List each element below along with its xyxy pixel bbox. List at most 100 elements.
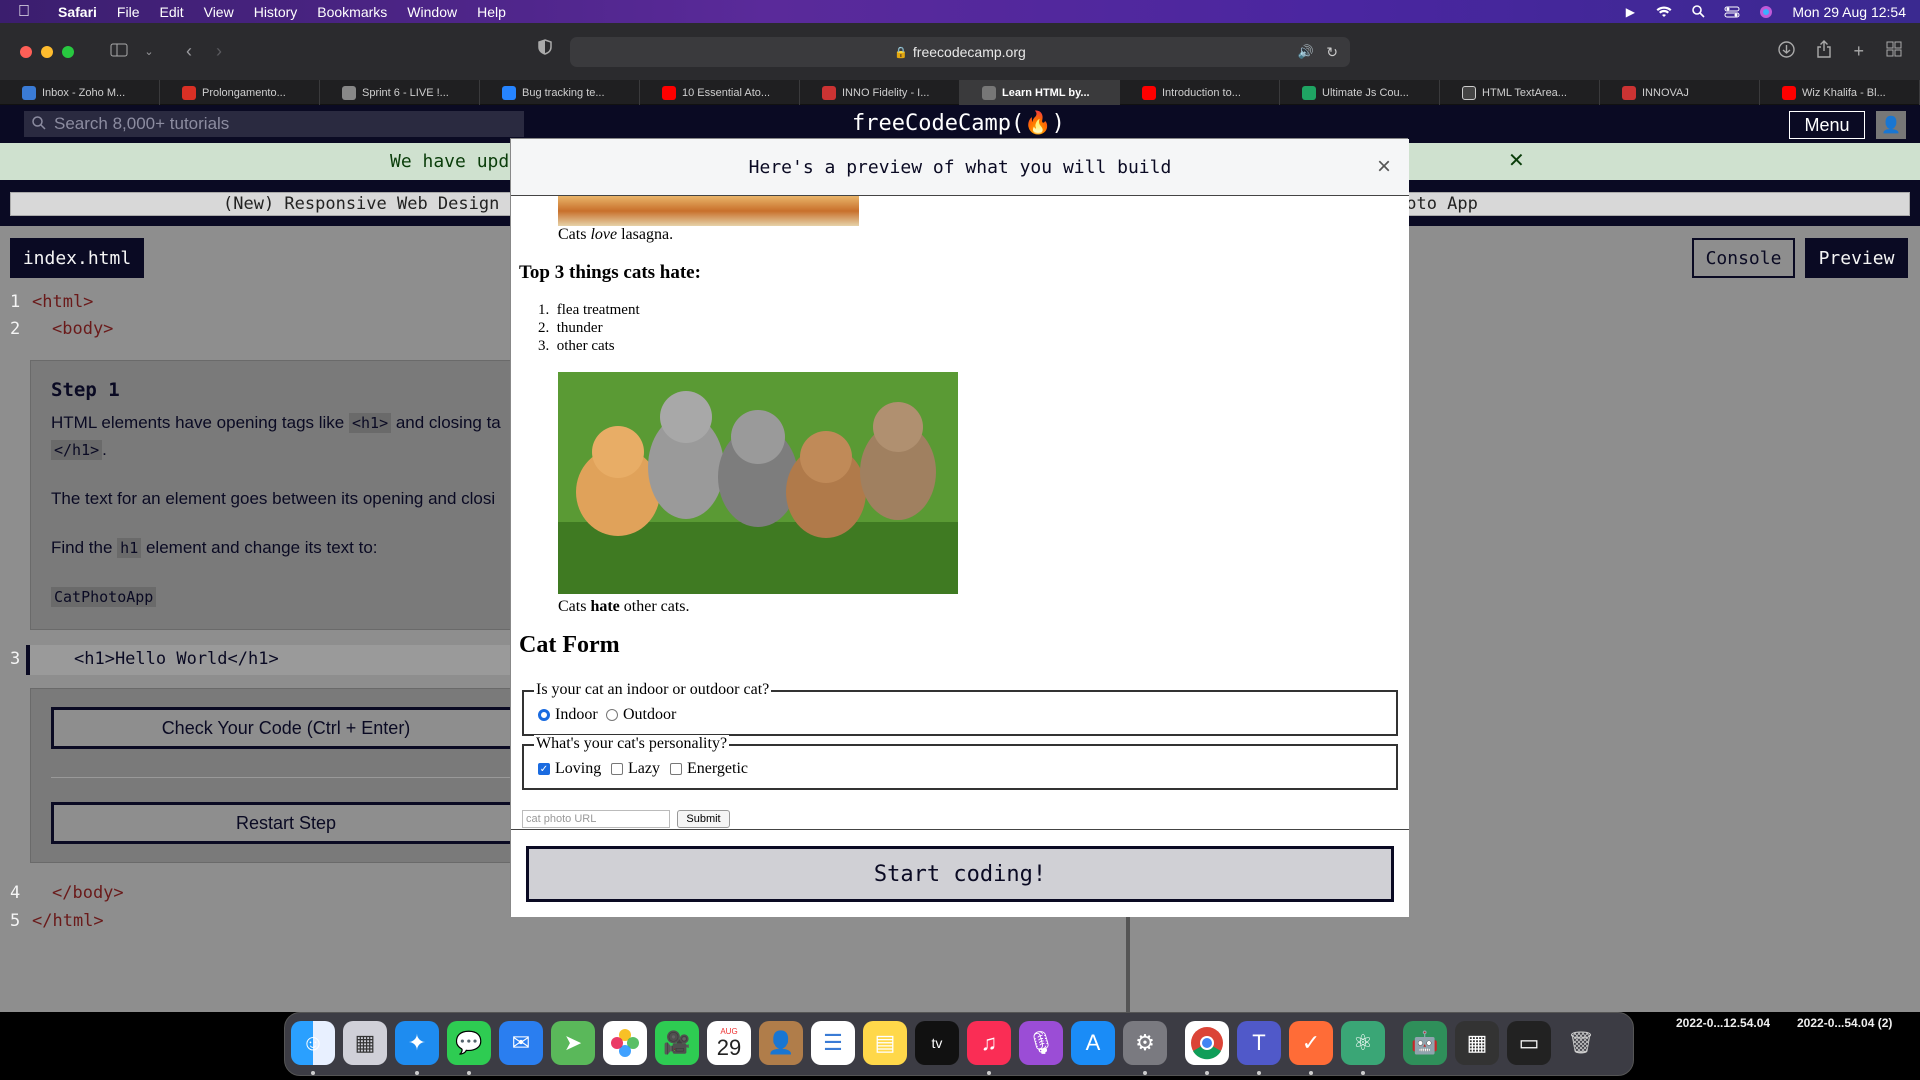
launchpad-icon[interactable]: ▦ <box>343 1021 387 1065</box>
breadcrumb-superblock[interactable]: (New) Responsive Web Design <box>223 194 499 214</box>
music-icon[interactable]: ♫ <box>967 1021 1011 1065</box>
menu-edit[interactable]: Edit <box>149 4 193 20</box>
trash-icon[interactable]: 🗑 <box>1559 1021 1603 1065</box>
checkbox-unchecked-icon[interactable] <box>611 763 623 775</box>
checkbox-checked-icon[interactable]: ✓ <box>538 763 550 775</box>
radio-checked-icon[interactable] <box>538 709 550 721</box>
lazy-checkbox[interactable]: Lazy <box>611 760 660 778</box>
spotlight-icon[interactable] <box>1690 5 1706 19</box>
outdoor-radio[interactable]: Outdoor <box>606 706 676 724</box>
tab-bug-tracking[interactable]: Bug tracking te... <box>480 80 640 105</box>
tab-innovaj[interactable]: INNOVAJ <box>1600 80 1760 105</box>
calendar-icon[interactable]: AUG 29 <box>707 1021 751 1065</box>
cat-photo-url-input[interactable]: cat photo URL <box>522 810 670 828</box>
address-bar[interactable]: 🔒 freecodecamp.org 🔊 ↻ <box>570 37 1350 67</box>
chevron-down-icon[interactable]: ⌄ <box>134 45 164 58</box>
tab-inno-fidelity[interactable]: INNO Fidelity - I... <box>800 80 960 105</box>
minimize-window-button[interactable] <box>41 45 53 58</box>
back-icon[interactable]: ‹ <box>174 41 204 62</box>
android-studio-icon[interactable]: 🤖 <box>1403 1021 1447 1065</box>
code-line-4[interactable]: 4 </body> <box>10 883 124 903</box>
forward-icon[interactable]: › <box>204 41 234 62</box>
mail-icon[interactable]: ✉ <box>499 1021 543 1065</box>
menubar-clock[interactable]: Mon 29 Aug 12:54 <box>1792 4 1906 20</box>
tab-learn-html[interactable]: Learn HTML by... <box>960 80 1120 105</box>
tab-ultimate-js[interactable]: Ultimate Js Cou... <box>1280 80 1440 105</box>
energetic-checkbox[interactable]: Energetic <box>670 760 748 778</box>
search-input[interactable]: Search 8,000+ tutorials <box>24 111 524 137</box>
menu-help[interactable]: Help <box>467 4 516 20</box>
facetime-icon[interactable]: 🎥 <box>655 1021 699 1065</box>
play-status-icon[interactable]: ▶ <box>1622 5 1638 19</box>
code-line-2[interactable]: 2 <body> <box>10 319 113 339</box>
loving-checkbox[interactable]: ✓ Loving <box>538 760 601 778</box>
photos-icon[interactable] <box>603 1021 647 1065</box>
menu-button[interactable]: Menu <box>1789 111 1865 139</box>
contacts-icon[interactable]: 👤 <box>759 1021 803 1065</box>
tab-introduction[interactable]: Introduction to... <box>1120 80 1280 105</box>
teams-icon[interactable]: T <box>1237 1021 1281 1065</box>
file-tab-index-html[interactable]: index.html <box>10 238 144 278</box>
postman-icon[interactable]: ✓ <box>1289 1021 1333 1065</box>
checkbox-unchecked-icon[interactable] <box>670 763 682 775</box>
finder-icon[interactable]: ☺ <box>291 1021 335 1065</box>
menu-file[interactable]: File <box>107 4 150 20</box>
indoor-radio[interactable]: Indoor <box>538 706 598 724</box>
safari-icon[interactable]: ✦ <box>395 1021 439 1065</box>
close-window-button[interactable] <box>20 45 32 58</box>
screenshot-thumbnail-1[interactable]: ▦ <box>1455 1021 1499 1065</box>
atom-icon[interactable]: ⚛ <box>1341 1021 1385 1065</box>
avatar[interactable]: 👤 <box>1876 111 1906 139</box>
tab-wiz-khalifa[interactable]: Wiz Khalifa - Bl... <box>1760 80 1920 105</box>
code-line-3[interactable]: 3 <h1>Hello World</h1> <box>10 649 279 669</box>
menu-view[interactable]: View <box>194 4 244 20</box>
desktop-file-label[interactable]: 2022-0...12.54.04 <box>1676 1016 1770 1030</box>
fcc-logo[interactable]: freeCodeCamp(🔥) <box>852 111 1065 136</box>
tab-overview-icon[interactable] <box>1886 41 1902 62</box>
apple-tv-icon[interactable]: tv <box>915 1021 959 1065</box>
close-icon[interactable]: ✕ <box>1508 148 1525 173</box>
restart-step-button[interactable]: Restart Step <box>51 802 521 844</box>
control-center-icon[interactable] <box>1724 5 1740 19</box>
tab-youtube-ato[interactable]: 10 Essential Ato... <box>640 80 800 105</box>
downloads-icon[interactable] <box>1778 40 1796 63</box>
reminders-icon[interactable]: ☰ <box>811 1021 855 1065</box>
messages-icon[interactable]: 💬 <box>447 1021 491 1065</box>
new-tab-icon[interactable]: + <box>1853 41 1864 62</box>
screenshot-thumbnail-2[interactable]: ▭ <box>1507 1021 1551 1065</box>
notes-icon[interactable]: ▤ <box>863 1021 907 1065</box>
sidebar-toggle-icon[interactable] <box>104 41 134 62</box>
menu-window[interactable]: Window <box>397 4 467 20</box>
share-icon[interactable] <box>1817 40 1832 63</box>
apple-menu-icon[interactable]:  <box>0 3 48 21</box>
zoom-window-button[interactable] <box>62 45 74 58</box>
menu-bookmarks[interactable]: Bookmarks <box>307 4 397 20</box>
system-preferences-icon[interactable]: ⚙ <box>1123 1021 1167 1065</box>
chrome-icon[interactable] <box>1185 1021 1229 1065</box>
radio-unchecked-icon[interactable] <box>606 709 618 721</box>
siri-icon[interactable] <box>1758 5 1774 19</box>
check-code-button[interactable]: Check Your Code (Ctrl + Enter) <box>51 707 521 749</box>
tab-sprint[interactable]: Sprint 6 - LIVE !... <box>320 80 480 105</box>
privacy-shield-icon[interactable] <box>530 39 560 60</box>
audio-playing-icon[interactable]: 🔊 <box>1298 44 1314 60</box>
start-coding-button[interactable]: Start coding! <box>526 846 1394 902</box>
console-button[interactable]: Console <box>1692 238 1795 278</box>
app-store-icon[interactable]: A <box>1071 1021 1115 1065</box>
maps-icon[interactable]: ➤ <box>551 1021 595 1065</box>
tab-zoho-inbox[interactable]: Inbox - Zoho M... <box>0 80 160 105</box>
menu-history[interactable]: History <box>244 4 308 20</box>
code-line-5[interactable]: 5 </html> <box>10 911 104 931</box>
code-line-1[interactable]: 1 <html> <box>10 292 93 312</box>
wifi-icon[interactable] <box>1656 5 1672 19</box>
tab-gmail[interactable]: Prolongamento... <box>160 80 320 105</box>
close-icon[interactable]: × <box>1377 153 1391 181</box>
menu-app-safari[interactable]: Safari <box>48 4 107 20</box>
desktop-file-label[interactable]: 2022-0...54.04 (2) <box>1797 1016 1892 1030</box>
modal-preview-body[interactable]: Cats love lasagna. Top 3 things cats hat… <box>511 196 1409 829</box>
podcasts-icon[interactable]: 🎙 <box>1019 1021 1063 1065</box>
preview-button[interactable]: Preview <box>1805 238 1908 278</box>
submit-button[interactable]: Submit <box>677 810 730 828</box>
tab-html-textarea[interactable]: HTML TextArea... <box>1440 80 1600 105</box>
reload-icon[interactable]: ↻ <box>1326 44 1338 61</box>
